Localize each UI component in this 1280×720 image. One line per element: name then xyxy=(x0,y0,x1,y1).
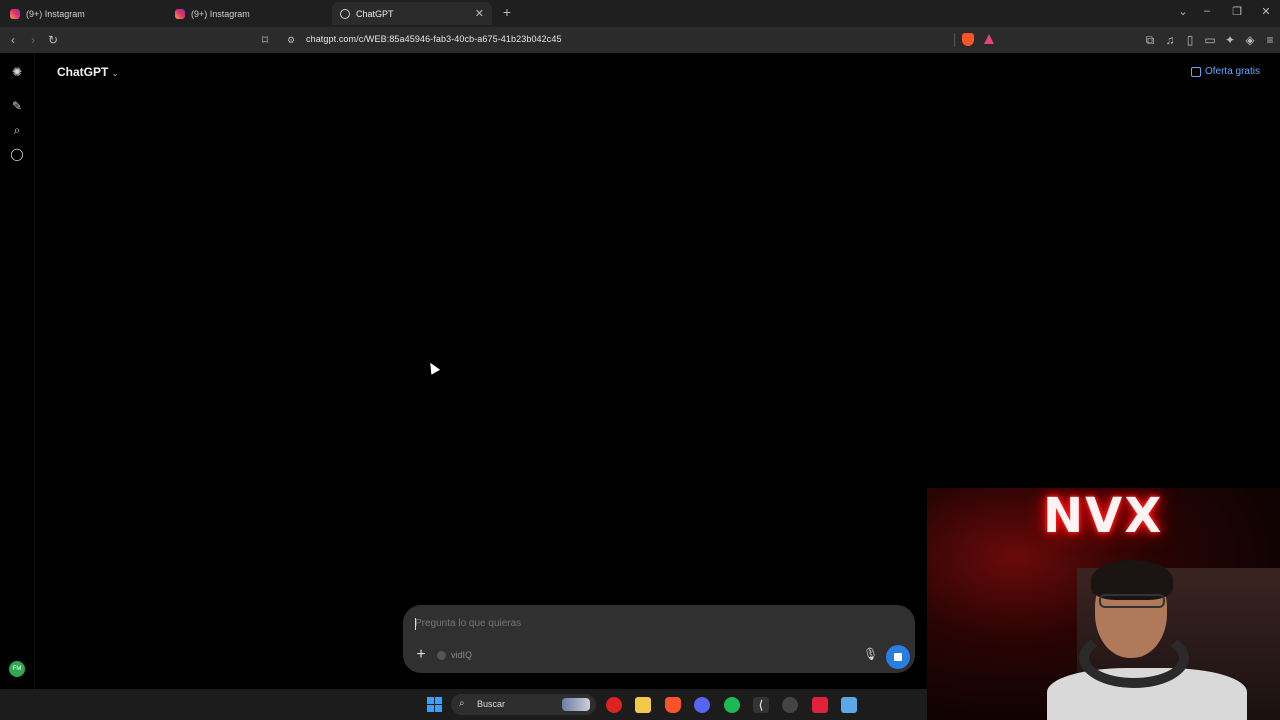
screen: (9+) Instagram (9+) Instagram ChatGPT ✕ … xyxy=(0,0,1280,720)
menu-icon[interactable]: ≡ xyxy=(1262,32,1278,48)
file-explorer-icon[interactable] xyxy=(635,697,651,713)
extensions-icon[interactable]: ⧉ xyxy=(1142,32,1158,48)
add-attachment-button[interactable]: + xyxy=(414,647,428,663)
neon-sign: NVX xyxy=(1043,488,1164,544)
minimize-button[interactable]: – xyxy=(1200,5,1214,17)
chatgpt-sidebar-rail: ✺ ✎ ⌕ ◯ xyxy=(0,53,35,689)
youtube-app-icon[interactable] xyxy=(606,697,622,713)
spotify-icon[interactable] xyxy=(724,697,740,713)
model-selector[interactable]: ChatGPT ⌄ xyxy=(57,65,119,79)
discord-icon[interactable] xyxy=(694,697,710,713)
chat-bubble-icon[interactable]: ◯ xyxy=(10,147,24,161)
vidiq-icon xyxy=(437,650,446,660)
gift-icon xyxy=(1190,66,1201,77)
restore-button[interactable]: ❐ xyxy=(1230,5,1244,18)
bookmark-icon[interactable]: ⌑ xyxy=(257,32,273,48)
webcam-overlay: NVX xyxy=(927,488,1280,720)
browser-toolbar: ‹ › ↻ ⌑ ⚙ chatgpt.com/c/WEB:85a45946-fab… xyxy=(0,27,1280,53)
instagram-icon xyxy=(175,8,185,19)
media-icon[interactable]: ♫ xyxy=(1162,32,1178,48)
tab-chatgpt[interactable]: ChatGPT ✕ xyxy=(332,2,492,25)
stop-generating-button[interactable] xyxy=(886,645,910,669)
search-highlight-image xyxy=(562,698,590,711)
model-label: ChatGPT xyxy=(57,65,109,79)
url-text: chatgpt.com/c/WEB:85a45946-fab3-40cb-a67… xyxy=(306,34,562,44)
text-caret xyxy=(415,618,416,630)
reload-icon[interactable]: ↻ xyxy=(45,32,61,48)
message-composer: + vidIQ 🎙 xyxy=(403,605,915,673)
chatgpt-icon xyxy=(340,8,350,19)
tab-instagram-2[interactable]: (9+) Instagram xyxy=(167,2,327,25)
sidebar-toggle-icon[interactable]: ▯ xyxy=(1182,32,1198,48)
windows-start-icon[interactable] xyxy=(427,697,442,712)
search-icon[interactable]: ⌕ xyxy=(10,123,24,137)
brave-rewards-icon[interactable] xyxy=(984,34,994,44)
tab-title: ChatGPT xyxy=(356,8,394,19)
instagram-icon xyxy=(10,8,20,19)
windows-taskbar: ⌕ Buscar ⟨ xyxy=(0,689,927,720)
stop-icon xyxy=(894,653,902,661)
microphone-icon[interactable]: 🎙 xyxy=(863,647,878,661)
back-arrow-icon[interactable]: ‹ xyxy=(5,32,21,48)
prompt-input[interactable] xyxy=(415,618,855,629)
openai-logo-icon[interactable]: ✺ xyxy=(10,65,24,79)
vpn-shield-icon[interactable]: ◈ xyxy=(1242,32,1258,48)
vidiq-label: vidIQ xyxy=(451,650,473,660)
brave-browser-icon[interactable] xyxy=(665,697,681,713)
site-info-icon[interactable]: ⚙ xyxy=(283,32,299,48)
offer-label: Oferta gratis xyxy=(1204,66,1260,77)
tab-instagram-1[interactable]: (9+) Instagram xyxy=(2,2,162,25)
remote-desktop-icon[interactable] xyxy=(841,697,857,713)
chevron-down-icon: ⌄ xyxy=(111,68,119,78)
tab-title: (9+) Instagram xyxy=(26,8,85,19)
taskbar-search-box[interactable]: ⌕ Buscar xyxy=(451,694,596,715)
forward-arrow-icon[interactable]: › xyxy=(25,32,41,48)
free-offer-button[interactable]: Oferta gratis xyxy=(1190,66,1260,77)
capcut-icon[interactable]: ⟨ xyxy=(753,697,769,713)
tab-title: (9+) Instagram xyxy=(191,8,250,19)
steam-icon[interactable] xyxy=(782,697,798,713)
tab-search-chevron-icon[interactable]: ⌄ xyxy=(1176,5,1190,18)
url-divider xyxy=(954,33,955,47)
user-avatar[interactable]: FM xyxy=(9,661,25,677)
new-chat-icon[interactable]: ✎ xyxy=(10,99,24,113)
search-icon: ⌕ xyxy=(459,698,465,709)
mouse-cursor xyxy=(425,360,441,375)
streamer-glasses xyxy=(1099,594,1165,608)
address-bar[interactable]: ⚙ chatgpt.com/c/WEB:85a45946-fab3-40cb-a… xyxy=(280,30,1000,50)
recorder-app-icon[interactable] xyxy=(812,697,828,713)
vidiq-extension-chip[interactable]: vidIQ xyxy=(437,650,472,660)
window-close-button[interactable]: ✕ xyxy=(1259,5,1273,18)
taskbar-search-label: Buscar xyxy=(477,699,506,709)
leo-ai-icon[interactable]: ✦ xyxy=(1222,32,1238,48)
new-tab-button[interactable]: + xyxy=(500,4,514,22)
close-icon[interactable]: ✕ xyxy=(475,7,484,20)
browser-tab-strip: (9+) Instagram (9+) Instagram ChatGPT ✕ … xyxy=(0,0,1280,27)
brave-shields-icon[interactable] xyxy=(962,33,974,46)
wallet-icon[interactable]: ▭ xyxy=(1202,32,1218,48)
streamer-headphones xyxy=(1079,628,1189,688)
